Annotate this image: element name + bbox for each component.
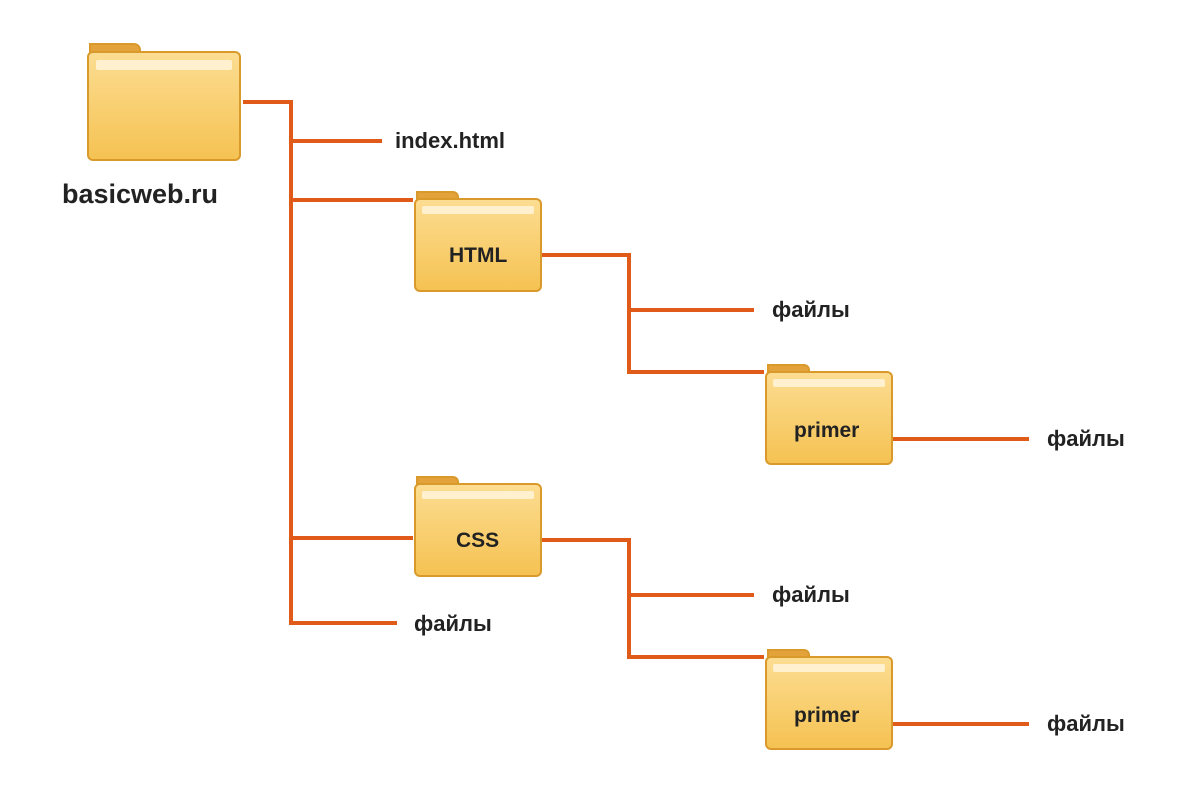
folder-html bbox=[413, 184, 543, 299]
connector bbox=[542, 253, 631, 257]
label-html-primer: primer bbox=[794, 419, 859, 443]
connector bbox=[929, 437, 1029, 441]
label-css-primer: primer bbox=[794, 704, 859, 728]
connector bbox=[289, 198, 413, 202]
connector bbox=[627, 538, 631, 658]
connector bbox=[627, 308, 754, 312]
connector bbox=[289, 139, 382, 143]
connector bbox=[627, 253, 631, 373]
label-css-primer-files: файлы bbox=[1047, 711, 1125, 737]
folder-root bbox=[86, 34, 242, 167]
folder-css bbox=[413, 469, 543, 584]
label-css-folder: CSS bbox=[456, 529, 499, 553]
connector bbox=[929, 722, 1029, 726]
connector bbox=[289, 536, 413, 540]
connector bbox=[289, 621, 397, 625]
connector bbox=[289, 100, 293, 625]
connector bbox=[627, 593, 754, 597]
folder-html-primer bbox=[764, 357, 894, 472]
label-level1-files: файлы bbox=[414, 611, 492, 637]
label-css-files: файлы bbox=[772, 582, 850, 608]
connector bbox=[627, 655, 764, 659]
connector bbox=[893, 437, 933, 441]
label-html-folder: HTML bbox=[449, 244, 507, 268]
connector bbox=[542, 538, 631, 542]
label-index: index.html bbox=[395, 128, 505, 154]
connector bbox=[243, 100, 293, 104]
label-html-files: файлы bbox=[772, 297, 850, 323]
label-root: basicweb.ru bbox=[62, 179, 218, 210]
folder-css-primer bbox=[764, 642, 894, 757]
connector bbox=[627, 370, 764, 374]
label-html-primer-files: файлы bbox=[1047, 426, 1125, 452]
connector bbox=[893, 722, 933, 726]
